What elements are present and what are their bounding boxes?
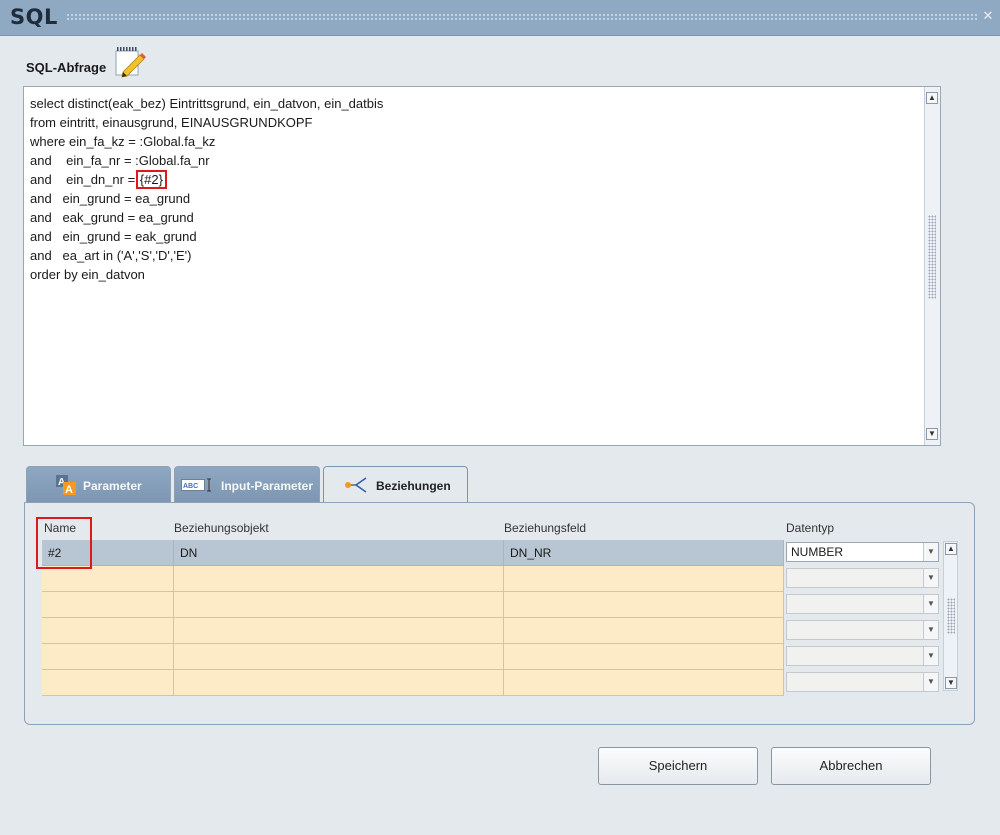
sql-line: and ein_grund = ea_grund bbox=[30, 191, 191, 206]
chevron-down-icon[interactable]: ▼ bbox=[923, 647, 938, 665]
tab-label: Parameter bbox=[83, 479, 142, 493]
tab-beziehungen[interactable]: Beziehungen bbox=[323, 466, 468, 503]
sql-line: order by ein_datvon bbox=[30, 267, 145, 282]
sql-text[interactable]: select distinct(eak_bez) Eintrittsgrund,… bbox=[30, 94, 383, 284]
sql-query-label: SQL-Abfrage bbox=[26, 60, 107, 75]
cell-feld[interactable] bbox=[504, 644, 784, 670]
column-header-objekt: Beziehungsobjekt bbox=[174, 521, 269, 535]
table-row[interactable] bbox=[42, 592, 784, 618]
cancel-button[interactable]: Abbrechen bbox=[771, 747, 931, 785]
cell-name[interactable] bbox=[42, 618, 174, 644]
chevron-down-icon[interactable]: ▼ bbox=[923, 673, 938, 691]
datatype-select[interactable]: ▼ bbox=[786, 568, 939, 588]
close-icon[interactable]: ✕ bbox=[980, 8, 996, 24]
chevron-down-icon[interactable]: ▼ bbox=[923, 595, 938, 613]
datatype-value: NUMBER bbox=[791, 545, 844, 559]
datatype-select[interactable]: ▼ bbox=[786, 646, 939, 666]
cell-name[interactable] bbox=[42, 566, 174, 592]
cell-name[interactable] bbox=[42, 644, 174, 670]
tab-parameter[interactable]: A A Parameter bbox=[26, 466, 171, 502]
scroll-down-icon[interactable]: ▼ bbox=[926, 428, 938, 440]
tab-label: Input-Parameter bbox=[221, 479, 314, 493]
chevron-down-icon[interactable]: ▼ bbox=[923, 569, 938, 587]
scroll-down-icon[interactable]: ▼ bbox=[945, 677, 957, 689]
chevron-down-icon[interactable]: ▼ bbox=[923, 621, 938, 639]
cell-feld[interactable] bbox=[504, 592, 784, 618]
cell-objekt[interactable] bbox=[174, 670, 504, 696]
text-input-icon: ABC bbox=[181, 478, 211, 492]
svg-text:A: A bbox=[65, 484, 73, 496]
svg-text:ABC: ABC bbox=[183, 483, 198, 490]
table-row[interactable] bbox=[42, 644, 784, 670]
table-row[interactable]: #2 DN DN_NR bbox=[42, 540, 784, 566]
sql-line: and ea_art in ('A','S','D','E') bbox=[30, 248, 192, 263]
column-header-feld: Beziehungsfeld bbox=[504, 521, 587, 535]
datatype-select[interactable]: NUMBER ▼ bbox=[786, 542, 939, 562]
cell-feld[interactable] bbox=[504, 670, 784, 696]
cell-objekt[interactable] bbox=[174, 618, 504, 644]
sql-line: and ein_grund = eak_grund bbox=[30, 229, 197, 244]
text-format-icon: A A bbox=[56, 475, 76, 496]
sql-line: from eintritt, einausgrund, EINAUSGRUNDK… bbox=[30, 115, 313, 130]
table-row[interactable] bbox=[42, 618, 784, 644]
cell-objekt[interactable] bbox=[174, 592, 504, 618]
cell-name[interactable] bbox=[42, 592, 174, 618]
table-row[interactable] bbox=[42, 566, 784, 592]
window-title: SQL bbox=[10, 5, 58, 29]
save-button[interactable]: Speichern bbox=[598, 747, 758, 785]
title-bar-grip[interactable] bbox=[66, 13, 978, 22]
cell-objekt[interactable] bbox=[174, 644, 504, 670]
cell-feld[interactable]: DN_NR bbox=[504, 540, 784, 566]
scroll-up-icon[interactable]: ▲ bbox=[926, 92, 938, 104]
scroll-grip[interactable] bbox=[928, 215, 936, 299]
sql-line: and ein_fa_nr = :Global.fa_nr bbox=[30, 153, 210, 168]
column-header-datentyp: Datentyp bbox=[786, 521, 835, 535]
datatype-select[interactable]: ▼ bbox=[786, 594, 939, 614]
scroll-up-icon[interactable]: ▲ bbox=[945, 543, 957, 555]
parameter-highlight: {#2} bbox=[135, 170, 167, 189]
cell-objekt[interactable]: DN bbox=[174, 540, 504, 566]
table-row[interactable] bbox=[42, 670, 784, 696]
sql-line: and eak_grund = ea_grund bbox=[30, 210, 194, 225]
sql-editor[interactable]: select distinct(eak_bez) Eintrittsgrund,… bbox=[23, 86, 941, 446]
sql-line: where ein_fa_kz = :Global.fa_kz bbox=[30, 134, 216, 149]
tab-input-parameter[interactable]: ABC Input-Parameter bbox=[174, 466, 320, 502]
sql-line-highlighted: and ein_dn_nr = {#2} bbox=[30, 170, 383, 189]
tab-label: Beziehungen bbox=[376, 479, 451, 493]
cell-name[interactable] bbox=[42, 670, 174, 696]
sql-line: select distinct(eak_bez) Eintrittsgrund,… bbox=[30, 96, 384, 111]
cell-feld[interactable] bbox=[504, 618, 784, 644]
editor-scrollbar[interactable]: ▲ ▼ bbox=[924, 87, 940, 445]
relations-icon bbox=[345, 477, 367, 493]
table-scrollbar[interactable]: ▲ ▼ bbox=[943, 541, 958, 691]
datatype-select[interactable]: ▼ bbox=[786, 620, 939, 640]
scroll-grip[interactable] bbox=[947, 598, 955, 634]
sql-line-text: and ein_dn_nr = bbox=[30, 172, 139, 187]
chevron-down-icon[interactable]: ▼ bbox=[923, 543, 938, 561]
title-bar: SQL ✕ bbox=[0, 0, 1000, 36]
cell-feld[interactable] bbox=[504, 566, 784, 592]
edit-note-icon bbox=[115, 47, 146, 78]
datatype-select[interactable]: ▼ bbox=[786, 672, 939, 692]
cell-objekt[interactable] bbox=[174, 566, 504, 592]
name-column-highlight bbox=[36, 517, 92, 569]
